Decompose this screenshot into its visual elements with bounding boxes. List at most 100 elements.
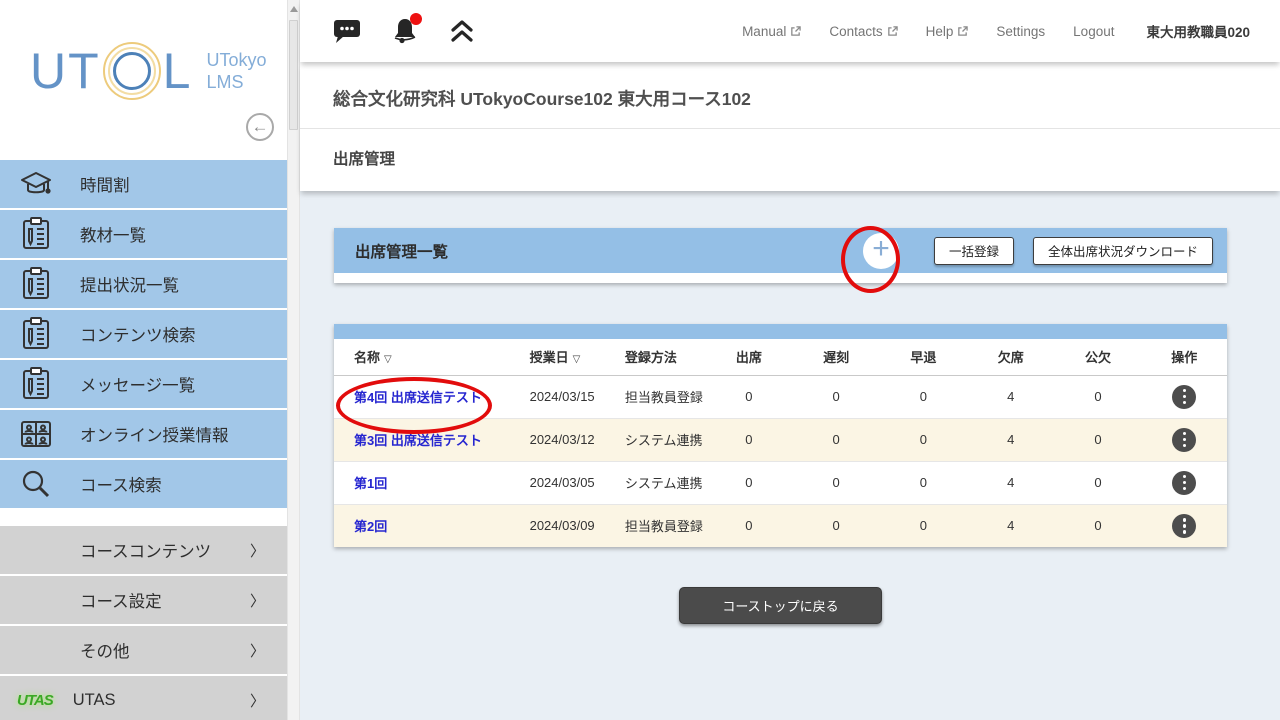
- sort-descending-icon[interactable]: ▽: [384, 354, 392, 365]
- register-method: 担当教員登録: [610, 375, 705, 418]
- chevron-right-icon: 〉: [250, 690, 265, 711]
- messages-icon[interactable]: [333, 18, 361, 44]
- row-actions-kebab-button[interactable]: [1172, 428, 1196, 452]
- top-bar: Manual Contacts Help Settings Logout 東: [300, 0, 1280, 62]
- add-attendance-button[interactable]: +: [863, 233, 899, 269]
- sidebar-group-course-contents[interactable]: コースコンテンツ 〉: [0, 526, 287, 574]
- row-actions-kebab-button[interactable]: [1172, 471, 1196, 495]
- page-header: 総合文化研究科 UTokyoCourse102 東大用コース102 出席管理: [300, 62, 1280, 191]
- attendance-record-link[interactable]: 第1回: [354, 476, 387, 491]
- online-class-icon: [17, 415, 55, 453]
- excused-count: 0: [1054, 418, 1141, 461]
- chevron-right-icon: 〉: [250, 640, 265, 661]
- back-to-course-top-button[interactable]: コーストップに戻る: [679, 587, 881, 624]
- nav-contacts-link[interactable]: Contacts: [829, 24, 897, 39]
- nav-logout-link[interactable]: Logout: [1073, 24, 1114, 39]
- logo-area: UT L UTokyo LMS ←: [0, 0, 287, 160]
- sidebar-group-others[interactable]: その他 〉: [0, 626, 287, 674]
- course-title: 総合文化研究科 UTokyoCourse102 東大用コース102: [300, 62, 1280, 129]
- sidebar-item-label: 提出状況一覧: [80, 272, 179, 296]
- column-header-actions: 操作: [1142, 339, 1227, 375]
- present-count: 0: [705, 375, 792, 418]
- attendance-record-link[interactable]: 第3回 出席送信テスト: [354, 433, 482, 448]
- attendance-panel-header: 出席管理一覧 + 一括登録 全体出席状況ダウンロード: [334, 228, 1227, 283]
- column-header-excused: 公欠: [1054, 339, 1141, 375]
- early-leave-count: 0: [880, 418, 967, 461]
- sidebar-item-submissions[interactable]: 提出状況一覧: [0, 260, 287, 308]
- column-header-name[interactable]: 名称▽: [334, 339, 515, 375]
- absent-count: 4: [967, 461, 1054, 504]
- nav-settings-link[interactable]: Settings: [996, 24, 1045, 39]
- clipboard-icon: [17, 265, 55, 303]
- column-header-late: 遅刻: [793, 339, 880, 375]
- column-header-method: 登録方法: [610, 339, 705, 375]
- external-link-icon: [957, 26, 968, 37]
- sidebar-item-materials[interactable]: 教材一覧: [0, 210, 287, 258]
- register-method: 担当教員登録: [610, 504, 705, 547]
- register-method: システム連携: [610, 461, 705, 504]
- logo-subtitle-line2: LMS: [206, 71, 266, 94]
- double-chevron-up-icon[interactable]: [449, 19, 475, 43]
- notifications-bell-icon[interactable]: [391, 17, 419, 45]
- sidebar-item-online-class[interactable]: オンライン授業情報: [0, 410, 287, 458]
- graduation-cap-icon: [17, 165, 55, 203]
- sidebar-item-course-search[interactable]: コース検索: [0, 460, 287, 508]
- sidebar-group-course-settings[interactable]: コース設定 〉: [0, 576, 287, 624]
- sidebar-item-label: 教材一覧: [80, 222, 146, 246]
- attendance-record-link[interactable]: 第2回: [354, 519, 387, 534]
- table-row: 第3回 出席送信テスト 2024/03/12 システム連携 0 0 0 4 0: [334, 418, 1227, 461]
- nav-label: Help: [926, 24, 954, 39]
- utol-logo: UT L UTokyo LMS: [30, 42, 267, 100]
- back-arrow-icon: ←: [252, 117, 269, 137]
- scrollbar-thumb[interactable]: [289, 20, 298, 130]
- sidebar-group-label: UTAS: [73, 691, 116, 710]
- bulk-register-button[interactable]: 一括登録: [934, 237, 1014, 265]
- logo-o-ring-icon: [103, 42, 161, 100]
- column-header-present: 出席: [705, 339, 792, 375]
- nav-label: Contacts: [829, 24, 882, 39]
- sidebar-item-content-search[interactable]: コンテンツ検索: [0, 310, 287, 358]
- sidebar-item-timetable[interactable]: 時間割: [0, 160, 287, 208]
- column-header-date[interactable]: 授業日▽: [515, 339, 610, 375]
- page-title: 出席管理: [300, 129, 1280, 191]
- sidebar-item-label: オンライン授業情報: [80, 422, 229, 446]
- download-all-attendance-button[interactable]: 全体出席状況ダウンロード: [1033, 237, 1213, 265]
- sidebar-group-label: コース設定: [80, 588, 162, 612]
- user-name: 東大用教職員020: [1146, 21, 1250, 41]
- late-count: 0: [793, 461, 880, 504]
- absent-count: 4: [967, 375, 1054, 418]
- early-leave-count: 0: [880, 375, 967, 418]
- table-row: 第1回 2024/03/05 システム連携 0 0 0 4 0: [334, 461, 1227, 504]
- class-date: 2024/03/12: [515, 418, 610, 461]
- sidebar-collapse-button[interactable]: ←: [246, 113, 274, 141]
- row-actions-kebab-button[interactable]: [1172, 385, 1196, 409]
- chevron-right-icon: 〉: [250, 590, 265, 611]
- row-actions-kebab-button[interactable]: [1172, 514, 1196, 538]
- attendance-panel-bar: 出席管理一覧 + 一括登録 全体出席状況ダウンロード: [334, 228, 1227, 273]
- search-icon: [17, 465, 55, 503]
- nav-help-link[interactable]: Help: [926, 24, 969, 39]
- nav-manual-link[interactable]: Manual: [742, 24, 801, 39]
- logo-subtitle-line1: UTokyo: [206, 49, 266, 72]
- sidebar-scrollbar[interactable]: [287, 0, 300, 720]
- main-area: Manual Contacts Help Settings Logout 東: [300, 0, 1280, 720]
- footer-actions: コーストップに戻る: [334, 587, 1227, 624]
- attendance-record-link[interactable]: 第4回 出席送信テスト: [354, 390, 482, 405]
- panel-title: 出席管理一覧: [355, 240, 448, 262]
- sidebar: UT L UTokyo LMS ← 時間割 教材一覧: [0, 0, 287, 720]
- class-date: 2024/03/05: [515, 461, 610, 504]
- external-link-icon: [790, 26, 801, 37]
- early-leave-count: 0: [880, 504, 967, 547]
- sidebar-item-messages[interactable]: メッセージ一覧: [0, 360, 287, 408]
- sidebar-item-label: メッセージ一覧: [80, 372, 195, 396]
- scrollbar-up-arrow-icon[interactable]: [290, 6, 298, 12]
- sort-descending-icon[interactable]: ▽: [573, 354, 581, 365]
- attendance-table-card: 名称▽ 授業日▽ 登録方法 出席 遅刻 早退 欠席 公欠 操作: [334, 324, 1227, 547]
- content-area: 出席管理一覧 + 一括登録 全体出席状況ダウンロード: [300, 191, 1280, 720]
- sidebar-item-label: 時間割: [80, 172, 130, 196]
- logo-text-left: UT: [30, 42, 101, 100]
- sidebar-group-utas[interactable]: UTAS UTAS 〉: [0, 676, 287, 720]
- clipboard-icon: [17, 365, 55, 403]
- register-method: システム連携: [610, 418, 705, 461]
- class-date: 2024/03/09: [515, 504, 610, 547]
